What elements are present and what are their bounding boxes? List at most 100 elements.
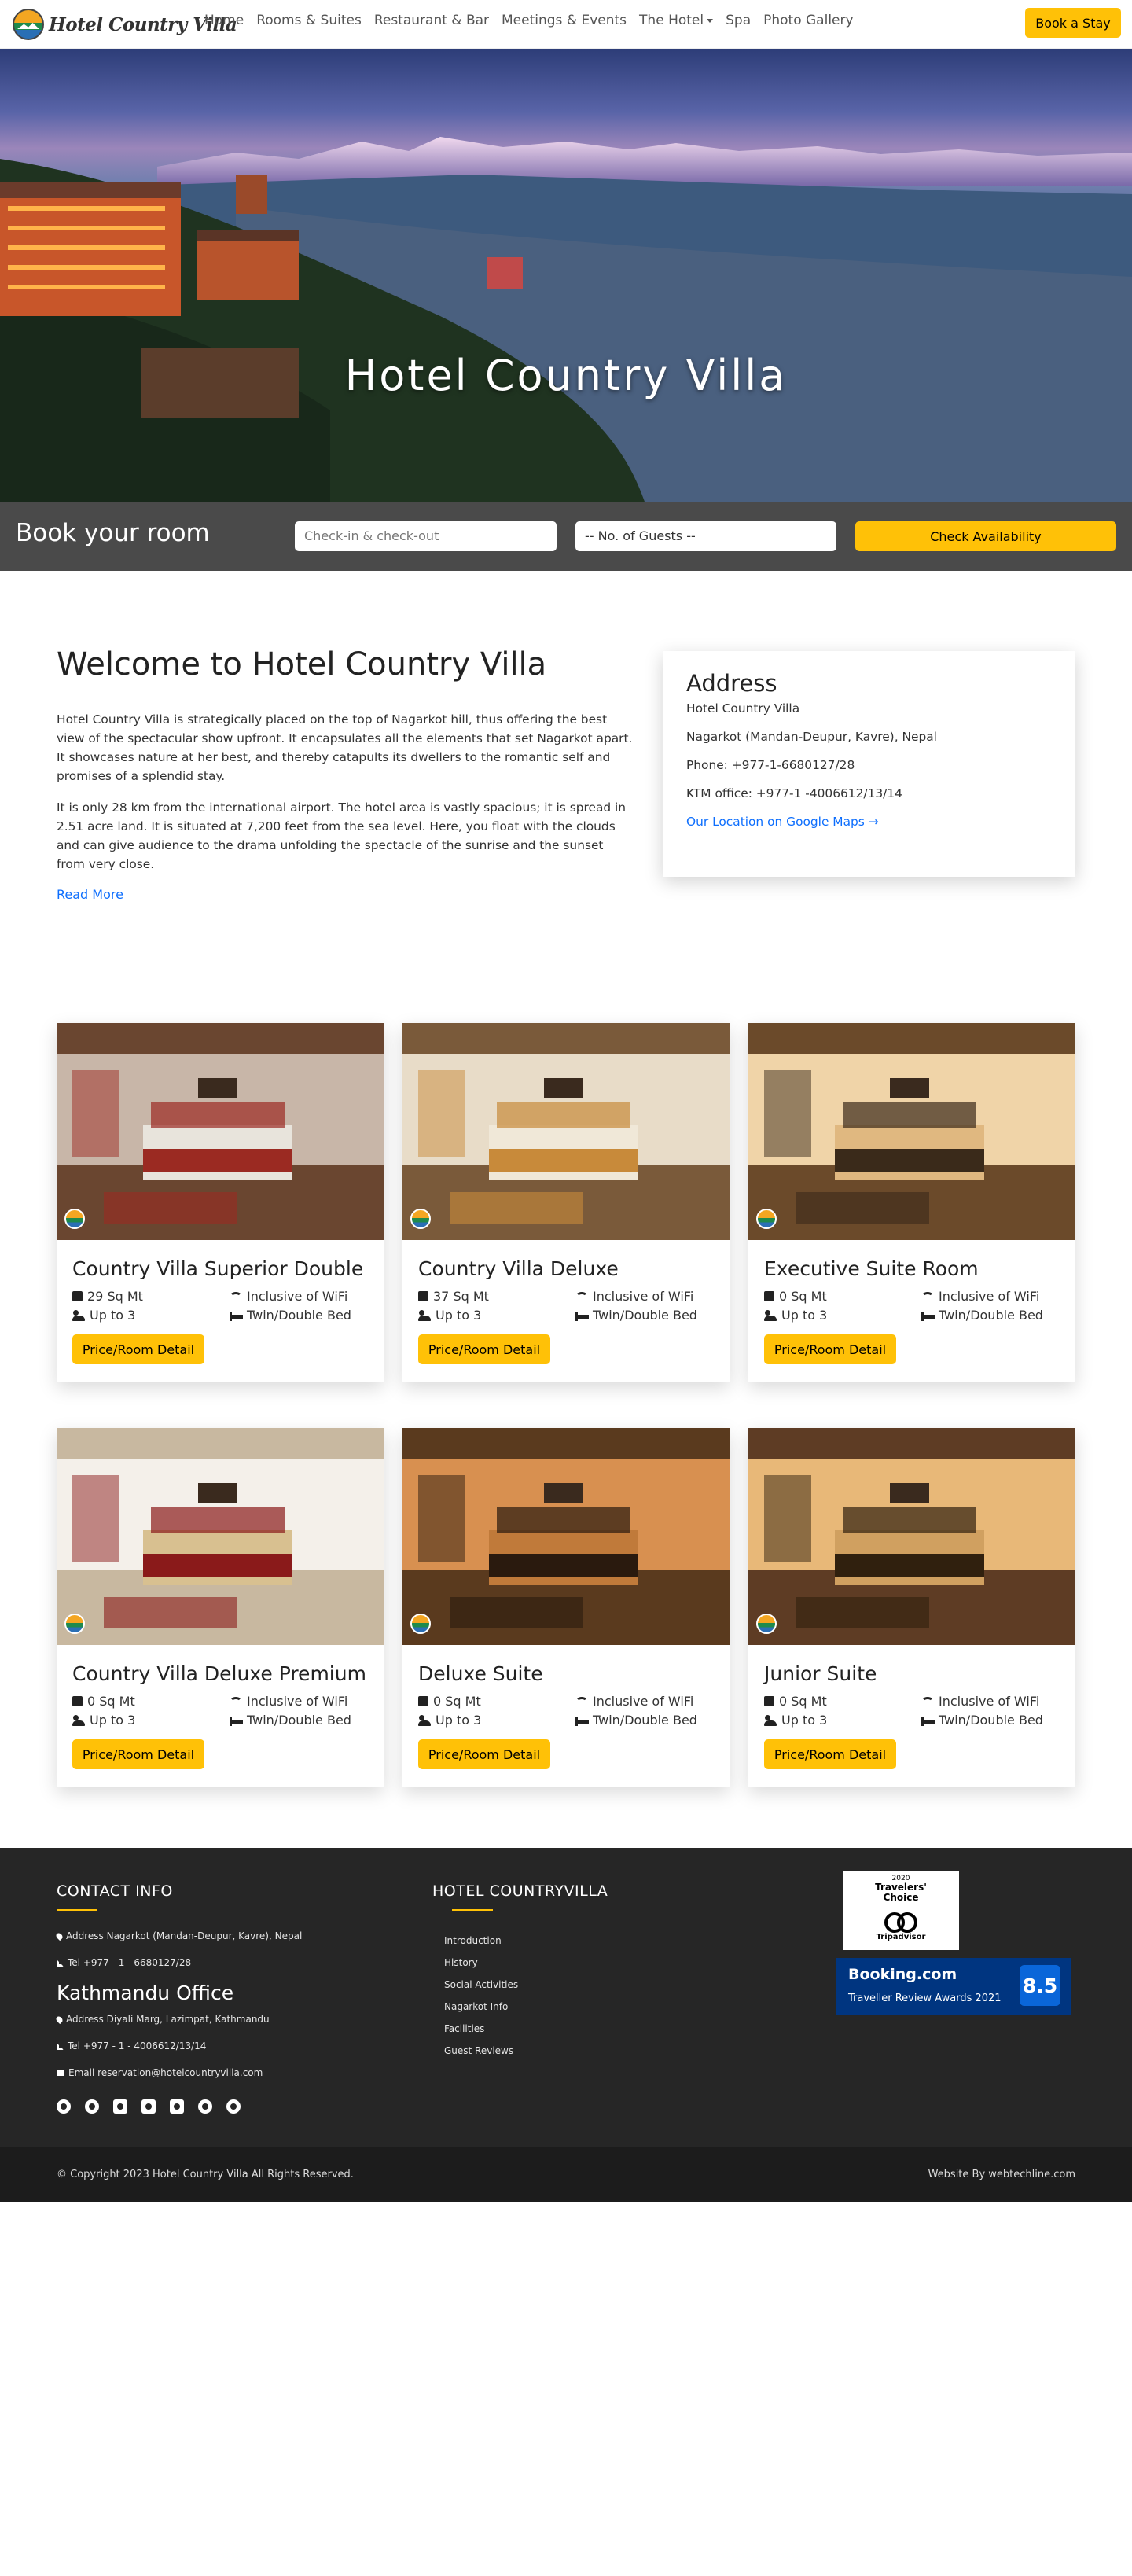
room-guests: Up to 3 bbox=[418, 1308, 481, 1323]
room-photo[interactable] bbox=[748, 1428, 1075, 1645]
hotel-logo-icon bbox=[410, 1209, 431, 1229]
room-detail-button[interactable]: Price/Room Detail bbox=[72, 1334, 204, 1364]
book-a-stay-button[interactable]: Book a Stay bbox=[1025, 8, 1121, 38]
room-guests-text: Up to 3 bbox=[90, 1308, 136, 1323]
footer-link-introduction[interactable]: Introduction bbox=[444, 1935, 502, 1946]
check-availability-button[interactable]: Check Availability bbox=[855, 521, 1116, 551]
nav-dropdown-label: The Hotel bbox=[639, 13, 704, 28]
website-credit-link[interactable]: Website By webtechline.com bbox=[928, 2169, 1075, 2180]
office-address-text: Address Diyali Marg, Lazimpat, Kathmandu bbox=[66, 2014, 270, 2025]
area-icon bbox=[418, 1291, 428, 1301]
room-detail-button[interactable]: Price/Room Detail bbox=[764, 1334, 896, 1364]
room-detail-button[interactable]: Price/Room Detail bbox=[72, 1739, 204, 1769]
room-detail-button[interactable]: Price/Room Detail bbox=[418, 1739, 550, 1769]
tripadvisor-owl-icon bbox=[878, 1906, 924, 1938]
room-bed: Twin/Double Bed bbox=[575, 1713, 697, 1728]
wifi-icon bbox=[575, 1696, 588, 1706]
top-navbar: Hotel Country Villa Home Rooms & Suites … bbox=[0, 0, 1132, 49]
nav-link-rooms-suites[interactable]: Rooms & Suites bbox=[256, 13, 362, 28]
nav-link-restaurant-bar[interactable]: Restaurant & Bar bbox=[374, 13, 489, 28]
room-title: Country Villa Deluxe Premium bbox=[72, 1662, 366, 1685]
room-detail-button[interactable]: Price/Room Detail bbox=[764, 1739, 896, 1769]
booking-score: 8.5 bbox=[1020, 1965, 1060, 2006]
nav-link-home[interactable]: Home bbox=[204, 13, 244, 28]
office-tel: Tel +977 - 1 - 4006612/13/14 bbox=[57, 2041, 206, 2052]
booking-award-badge: Booking.com Traveller Review Awards 2021… bbox=[836, 1958, 1071, 2015]
hotel-logo-icon bbox=[756, 1209, 777, 1229]
footer-address: Address Nagarkot (Mandan-Deupur, Kavre),… bbox=[54, 1930, 303, 1941]
room-detail-button[interactable]: Price/Room Detail bbox=[418, 1334, 550, 1364]
room-wifi-text: Inclusive of WiFi bbox=[247, 1289, 348, 1304]
wifi-icon bbox=[921, 1696, 934, 1706]
nav-dropdown-the-hotel[interactable]: The Hotel bbox=[639, 13, 714, 28]
nav-link-photo-gallery[interactable]: Photo Gallery bbox=[763, 13, 853, 28]
room-size-text: 0 Sq Mt bbox=[779, 1694, 827, 1709]
address-card: Address Hotel Country Villa Nagarkot (Ma… bbox=[663, 651, 1075, 877]
footer-email[interactable]: Email reservation@hotelcountryvilla.com bbox=[57, 2067, 263, 2078]
room-wifi-text: Inclusive of WiFi bbox=[593, 1289, 694, 1304]
bed-icon bbox=[230, 1715, 243, 1726]
pinterest-icon[interactable] bbox=[198, 2099, 212, 2114]
room-photo[interactable] bbox=[57, 1023, 384, 1240]
footer-address-text: Address Nagarkot (Mandan-Deupur, Kavre),… bbox=[66, 1930, 303, 1941]
users-icon bbox=[418, 1714, 431, 1726]
room-guests-text: Up to 3 bbox=[436, 1713, 482, 1728]
room-size: 0 Sq Mt bbox=[764, 1289, 827, 1304]
map-pin-icon bbox=[54, 2015, 64, 2024]
youtube-icon[interactable] bbox=[113, 2099, 127, 2114]
room-photo[interactable] bbox=[57, 1428, 384, 1645]
brand-logo[interactable]: Hotel Country Villa bbox=[13, 9, 237, 40]
room-photo[interactable] bbox=[402, 1023, 730, 1240]
linkedin-icon[interactable] bbox=[142, 2099, 156, 2114]
phone-icon bbox=[57, 2042, 64, 2050]
room-photo-image bbox=[57, 1023, 384, 1240]
contact-info-heading: CONTACT INFO bbox=[57, 1882, 173, 1900]
footer-link-guest-reviews[interactable]: Guest Reviews bbox=[444, 2045, 513, 2056]
room-card: Junior Suite 0 Sq Mt Inclusive of WiFi Up t… bbox=[748, 1428, 1075, 1787]
area-icon bbox=[418, 1696, 428, 1706]
read-more-link[interactable]: Read More bbox=[57, 887, 123, 902]
room-guests-text: Up to 3 bbox=[781, 1713, 828, 1728]
booking-bar: Book your room Check-in & check-out -- N… bbox=[0, 502, 1132, 571]
hero-title: Hotel Country Villa bbox=[344, 351, 788, 400]
room-bed-text: Twin/Double Bed bbox=[593, 1713, 697, 1728]
instagram-icon[interactable] bbox=[170, 2099, 184, 2114]
room-size: 0 Sq Mt bbox=[418, 1694, 481, 1709]
twitter-icon[interactable] bbox=[85, 2099, 99, 2114]
social-links bbox=[57, 2099, 241, 2114]
footer-link-nagarkot-info[interactable]: Nagarkot Info bbox=[444, 2001, 508, 2012]
room-wifi-text: Inclusive of WiFi bbox=[939, 1694, 1040, 1709]
facebook-icon[interactable] bbox=[57, 2099, 71, 2114]
office-address: Address Diyali Marg, Lazimpat, Kathmandu bbox=[54, 2014, 270, 2025]
room-guests-text: Up to 3 bbox=[781, 1308, 828, 1323]
users-icon bbox=[764, 1714, 777, 1726]
room-guests: Up to 3 bbox=[72, 1713, 135, 1728]
room-size: 29 Sq Mt bbox=[72, 1289, 143, 1304]
bed-icon bbox=[921, 1310, 935, 1321]
hotel-logo-icon bbox=[410, 1614, 431, 1634]
date-range-input[interactable]: Check-in & check-out bbox=[295, 521, 557, 551]
nav-link-meetings-events[interactable]: Meetings & Events bbox=[502, 13, 627, 28]
room-size-text: 0 Sq Mt bbox=[87, 1694, 135, 1709]
footer-tel: Tel +977 - 1 - 6680127/28 bbox=[57, 1957, 191, 1968]
guests-select[interactable]: -- No. of Guests -- bbox=[575, 521, 836, 551]
room-card: Country Villa Deluxe 37 Sq Mt Inclusive of… bbox=[402, 1023, 730, 1382]
google-maps-link[interactable]: Our Location on Google Maps → bbox=[686, 815, 1052, 829]
room-bed: Twin/Double Bed bbox=[921, 1713, 1043, 1728]
room-size-text: 0 Sq Mt bbox=[433, 1694, 481, 1709]
footer-link-facilities[interactable]: Facilities bbox=[444, 2023, 484, 2034]
tiktok-icon[interactable] bbox=[226, 2099, 241, 2114]
copyright-text: © Copyright 2023 Hotel Country Villa All… bbox=[57, 2169, 354, 2180]
room-photo[interactable] bbox=[748, 1023, 1075, 1240]
room-bed-text: Twin/Double Bed bbox=[247, 1308, 351, 1323]
hero-landscape-image bbox=[0, 137, 1132, 502]
room-card: Deluxe Suite 0 Sq Mt Inclusive of WiFi Up t… bbox=[402, 1428, 730, 1787]
footer-link-social-activities[interactable]: Social Activities bbox=[444, 1979, 518, 1990]
room-wifi: Inclusive of WiFi bbox=[921, 1694, 1039, 1709]
footer-link-history[interactable]: History bbox=[444, 1957, 478, 1968]
room-wifi: Inclusive of WiFi bbox=[575, 1289, 693, 1304]
footer-tel-text: Tel +977 - 1 - 6680127/28 bbox=[68, 1957, 192, 1968]
room-photo[interactable] bbox=[402, 1428, 730, 1645]
room-title: Junior Suite bbox=[764, 1662, 877, 1685]
nav-link-spa[interactable]: Spa bbox=[726, 13, 751, 28]
